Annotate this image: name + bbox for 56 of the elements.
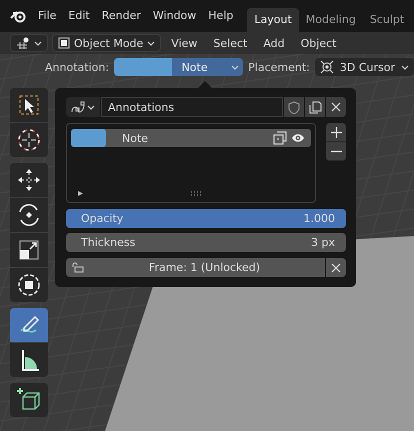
menu-item[interactable]: File — [32, 0, 62, 32]
menu-item[interactable]: Add — [257, 36, 291, 50]
curve-icon — [71, 101, 85, 113]
close-icon — [331, 102, 341, 112]
menu-item[interactable]: Window — [146, 0, 202, 32]
caret-icon — [147, 40, 156, 46]
caret-icon — [87, 104, 95, 110]
delete-frame-button[interactable] — [326, 258, 346, 277]
frame-lock-toggle[interactable]: Frame: 1 (Unlocked) — [66, 258, 325, 277]
menu-item[interactable]: Help — [202, 0, 240, 32]
caret-icon — [401, 64, 409, 70]
remove-layer-button[interactable] — [326, 142, 346, 161]
editor-type-icon — [16, 37, 30, 49]
tool-button[interactable] — [10, 198, 48, 232]
expand-triangle-icon[interactable] — [77, 190, 84, 197]
object-mode-icon — [58, 37, 70, 49]
eye-icon[interactable] — [291, 133, 305, 143]
tool-button[interactable] — [10, 383, 48, 417]
workspace-tab[interactable]: Modeling — [298, 8, 363, 32]
datablock-name-field[interactable]: Annotations — [101, 97, 283, 117]
unlink-button[interactable] — [326, 97, 346, 117]
caret-icon — [231, 64, 240, 70]
tool-button[interactable] — [10, 343, 48, 377]
tool-button[interactable] — [10, 163, 48, 197]
tool-button[interactable] — [10, 88, 48, 122]
menu-item[interactable]: View — [165, 36, 204, 50]
tool-button[interactable] — [10, 268, 48, 302]
menu-item[interactable]: Render — [96, 0, 147, 32]
layer-item[interactable]: Note — [71, 129, 311, 147]
data-type-button[interactable] — [66, 97, 100, 117]
workspace-tab[interactable]: Sculpt — [362, 8, 412, 32]
fake-user-button[interactable] — [284, 97, 304, 117]
duplicate-button[interactable] — [305, 97, 325, 117]
annotation-label: Annotation: — [45, 60, 110, 74]
plus-icon — [330, 126, 342, 138]
caret-icon — [34, 40, 42, 46]
opacity-slider[interactable]: Opacity 1.000 — [66, 209, 346, 228]
menu-item[interactable]: Select — [207, 36, 254, 50]
close-icon — [331, 262, 341, 272]
menu-item[interactable]: Edit — [62, 0, 96, 32]
thickness-field[interactable]: Thickness 3 px — [66, 233, 346, 252]
shield-icon — [288, 100, 300, 114]
workspace-tab[interactable]: Layout — [247, 8, 299, 32]
tool-button[interactable] — [10, 123, 48, 157]
tool-button[interactable] — [10, 233, 48, 267]
editor-type-button[interactable] — [10, 34, 48, 52]
mode-dropdown[interactable]: Object Mode — [52, 34, 162, 52]
minus-icon — [330, 150, 342, 152]
onion-skin-icon — [273, 131, 287, 145]
placement-label: Placement: — [248, 60, 310, 74]
add-layer-button[interactable] — [326, 123, 346, 142]
cursor-icon — [320, 60, 334, 74]
menu-item[interactable]: Object — [294, 36, 342, 50]
placement-dropdown[interactable]: 3D Cursor — [314, 58, 414, 76]
copy-icon — [308, 100, 322, 114]
resize-grip-icon[interactable] — [190, 191, 202, 196]
